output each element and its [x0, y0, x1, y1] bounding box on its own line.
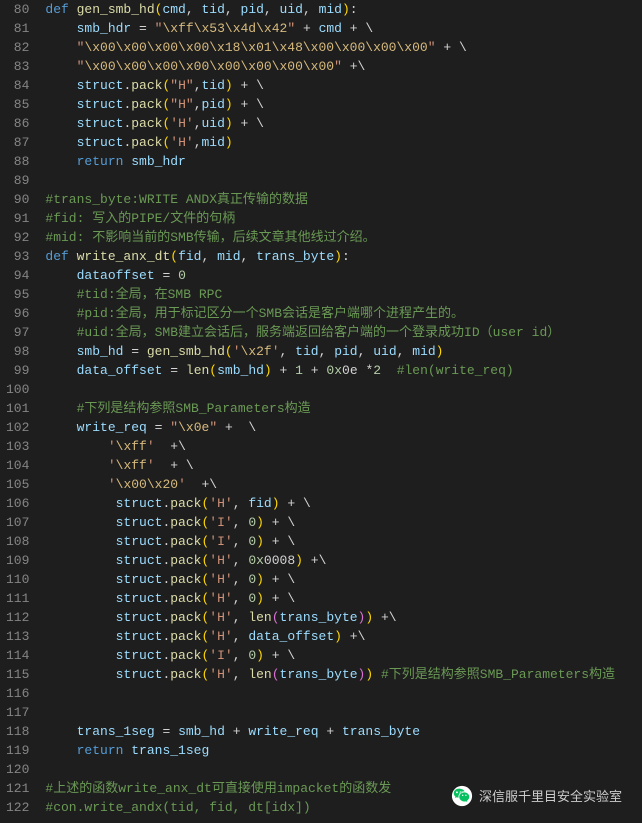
code-line[interactable]: struct.pack('H', data_offset) +\ [45, 627, 615, 646]
line-number-gutter: 8081828384858687888990919293949596979899… [0, 0, 41, 817]
line-number: 115 [6, 665, 29, 684]
line-number: 98 [6, 342, 29, 361]
code-line[interactable]: struct.pack("H",tid) + \ [45, 76, 615, 95]
line-number: 81 [6, 19, 29, 38]
code-line[interactable]: struct.pack('H',uid) + \ [45, 114, 615, 133]
line-number: 95 [6, 285, 29, 304]
code-line[interactable]: '\xff' +\ [45, 437, 615, 456]
watermark-text: 深信服千里目安全实验室 [479, 787, 622, 806]
line-number: 110 [6, 570, 29, 589]
line-number: 83 [6, 57, 29, 76]
code-line[interactable]: #trans_byte:WRITE ANDX真正传输的数据 [45, 190, 615, 209]
line-number: 92 [6, 228, 29, 247]
code-line[interactable]: struct.pack('I', 0) + \ [45, 513, 615, 532]
code-line[interactable]: struct.pack('H', len(trans_byte)) +\ [45, 608, 615, 627]
code-line[interactable]: struct.pack('H', 0) + \ [45, 589, 615, 608]
code-line[interactable]: struct.pack("H",pid) + \ [45, 95, 615, 114]
code-editor[interactable]: 8081828384858687888990919293949596979899… [0, 0, 642, 817]
code-line[interactable]: struct.pack('I', 0) + \ [45, 532, 615, 551]
code-line[interactable]: write_req = "\x0e" + \ [45, 418, 615, 437]
code-line[interactable]: struct.pack('H', fid) + \ [45, 494, 615, 513]
line-number: 113 [6, 627, 29, 646]
code-area[interactable]: def gen_smb_hd(cmd, tid, pid, uid, mid):… [41, 0, 615, 817]
line-number: 80 [6, 0, 29, 19]
code-line[interactable]: #pid:全局，用于标记区分一个SMB会话是客户端哪个进程产生的。 [45, 304, 615, 323]
code-line[interactable]: #tid:全局，在SMB RPC [45, 285, 615, 304]
line-number: 111 [6, 589, 29, 608]
line-number: 87 [6, 133, 29, 152]
line-number: 117 [6, 703, 29, 722]
line-number: 120 [6, 760, 29, 779]
line-number: 91 [6, 209, 29, 228]
line-number: 101 [6, 399, 29, 418]
code-line[interactable]: return trans_1seg [45, 741, 615, 760]
code-line[interactable]: struct.pack('H', 0) + \ [45, 570, 615, 589]
line-number: 84 [6, 76, 29, 95]
line-number: 105 [6, 475, 29, 494]
line-number: 93 [6, 247, 29, 266]
line-number: 121 [6, 779, 29, 798]
line-number: 118 [6, 722, 29, 741]
code-line[interactable]: #下列是结构参照SMB_Parameters构造 [45, 399, 615, 418]
watermark: 深信服千里目安全实验室 [451, 785, 622, 807]
code-line[interactable]: smb_hdr = "\xff\x53\x4d\x42" + cmd + \ [45, 19, 615, 38]
code-line[interactable]: struct.pack('H', 0x0008) +\ [45, 551, 615, 570]
line-number: 88 [6, 152, 29, 171]
line-number: 100 [6, 380, 29, 399]
line-number: 94 [6, 266, 29, 285]
code-line[interactable]: struct.pack('I', 0) + \ [45, 646, 615, 665]
line-number: 107 [6, 513, 29, 532]
line-number: 104 [6, 456, 29, 475]
line-number: 103 [6, 437, 29, 456]
code-line[interactable]: dataoffset = 0 [45, 266, 615, 285]
line-number: 116 [6, 684, 29, 703]
line-number: 102 [6, 418, 29, 437]
code-line[interactable] [45, 380, 615, 399]
code-line[interactable]: #mid: 不影响当前的SMB传输，后续文章其他线过介绍。 [45, 228, 615, 247]
code-line[interactable]: smb_hd = gen_smb_hd('\x2f', tid, pid, ui… [45, 342, 615, 361]
line-number: 97 [6, 323, 29, 342]
line-number: 112 [6, 608, 29, 627]
code-line[interactable]: #fid: 写入的PIPE/文件的句柄 [45, 209, 615, 228]
code-line[interactable]: struct.pack('H',mid) [45, 133, 615, 152]
code-line[interactable]: "\x00\x00\x00\x00\x00\x00\x00\x00" +\ [45, 57, 615, 76]
code-line[interactable]: #uid:全局，SMB建立会话后，服务端返回给客户端的一个登录成功ID（user… [45, 323, 615, 342]
line-number: 109 [6, 551, 29, 570]
line-number: 82 [6, 38, 29, 57]
line-number: 106 [6, 494, 29, 513]
line-number: 108 [6, 532, 29, 551]
code-line[interactable]: def gen_smb_hd(cmd, tid, pid, uid, mid): [45, 0, 615, 19]
line-number: 119 [6, 741, 29, 760]
code-line[interactable]: def write_anx_dt(fid, mid, trans_byte): [45, 247, 615, 266]
code-line[interactable]: data_offset = len(smb_hd) + 1 + 0x0e *2 … [45, 361, 615, 380]
line-number: 96 [6, 304, 29, 323]
line-number: 85 [6, 95, 29, 114]
line-number: 122 [6, 798, 29, 817]
code-line[interactable]: '\xff' + \ [45, 456, 615, 475]
line-number: 86 [6, 114, 29, 133]
code-line[interactable] [45, 684, 615, 703]
line-number: 90 [6, 190, 29, 209]
code-line[interactable]: struct.pack('H', len(trans_byte)) #下列是结构… [45, 665, 615, 684]
code-line[interactable]: '\x00\x20' +\ [45, 475, 615, 494]
wechat-icon [451, 785, 473, 807]
code-line[interactable]: "\x00\x00\x00\x00\x18\x01\x48\x00\x00\x0… [45, 38, 615, 57]
code-line[interactable] [45, 171, 615, 190]
line-number: 89 [6, 171, 29, 190]
line-number: 114 [6, 646, 29, 665]
code-line[interactable]: return smb_hdr [45, 152, 615, 171]
code-line[interactable] [45, 760, 615, 779]
code-line[interactable] [45, 703, 615, 722]
line-number: 99 [6, 361, 29, 380]
code-line[interactable]: trans_1seg = smb_hd + write_req + trans_… [45, 722, 615, 741]
